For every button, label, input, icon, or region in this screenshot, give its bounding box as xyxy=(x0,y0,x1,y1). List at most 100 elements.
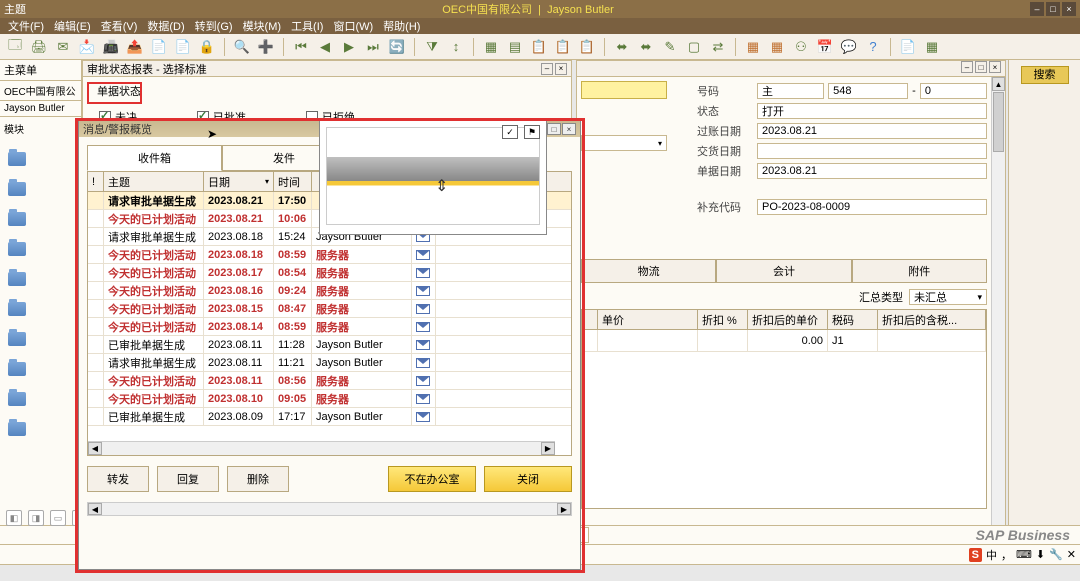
folder-1[interactable] xyxy=(4,144,77,174)
menu-window[interactable]: 窗口(W) xyxy=(329,18,377,34)
val-delivdate[interactable] xyxy=(757,143,987,159)
ime-text[interactable]: 中 xyxy=(986,547,997,563)
tray-icon[interactable]: ⬇ xyxy=(1036,548,1045,561)
search-field[interactable] xyxy=(581,81,667,99)
folder-10[interactable] xyxy=(4,414,77,444)
val-docdate[interactable]: 2023.08.21 xyxy=(757,163,987,179)
col-discpct[interactable]: 折扣 % xyxy=(698,310,748,329)
val-num-suffix[interactable]: 0 xyxy=(920,83,987,99)
menu-indicator[interactable]: 主题 xyxy=(4,1,26,17)
preview-flag-icon[interactable]: ⚑ xyxy=(524,125,540,139)
targetlink-icon[interactable]: ⬌ xyxy=(637,38,655,56)
tray-icon[interactable]: ✕ xyxy=(1067,548,1076,561)
maximize-button[interactable]: □ xyxy=(1046,2,1060,16)
search-button[interactable]: 搜索 xyxy=(1021,66,1069,84)
status-icon-3[interactable]: ▭ xyxy=(50,510,66,526)
scroll-thumb[interactable] xyxy=(993,92,1004,152)
pen-icon[interactable]: ✎ xyxy=(661,38,679,56)
msg-row[interactable]: 请求审批单据生成2023.08.1111:21Jayson Butler xyxy=(88,354,571,372)
btn-delete[interactable]: 删除 xyxy=(227,466,289,492)
cell-discprice[interactable]: 0.00 xyxy=(748,330,828,351)
sheet-icon[interactable]: 📄 xyxy=(899,38,917,56)
word-icon[interactable]: 📄 xyxy=(174,38,192,56)
rp-minimize[interactable]: – xyxy=(961,61,973,73)
val-number[interactable]: 548 xyxy=(828,83,908,99)
msg-outer-hscroll[interactable]: ◀ ▶ xyxy=(87,502,572,516)
menu-data[interactable]: 数据(D) xyxy=(143,18,188,34)
fax-icon[interactable]: 📠 xyxy=(102,38,120,56)
row-mail-icon[interactable] xyxy=(412,390,436,407)
msg-close[interactable]: × xyxy=(562,123,576,135)
msg-row[interactable]: 今天的已计划活动2023.08.1508:47服务器 xyxy=(88,300,571,318)
sms-icon[interactable]: 📩 xyxy=(78,38,96,56)
doc1-icon[interactable]: 📋 xyxy=(530,38,548,56)
btn-forward[interactable]: 转发 xyxy=(87,466,149,492)
tray-icon[interactable]: ， xyxy=(1001,547,1012,563)
excel-icon[interactable]: 📄 xyxy=(150,38,168,56)
scroll-right-icon[interactable]: ▶ xyxy=(541,442,555,455)
folder-5[interactable] xyxy=(4,264,77,294)
doc-minimize[interactable]: – xyxy=(541,63,553,75)
col-tax[interactable]: 税码 xyxy=(828,310,878,329)
prev-icon[interactable]: ◀ xyxy=(316,38,334,56)
menu-help[interactable]: 帮助(H) xyxy=(379,18,424,34)
lock-icon[interactable]: 🔒 xyxy=(198,38,216,56)
row-mail-icon[interactable] xyxy=(412,318,436,335)
rp-vscroll[interactable]: ▲ ▼ xyxy=(991,77,1005,545)
scroll-left-icon[interactable]: ◀ xyxy=(88,442,102,455)
msg-row[interactable]: 今天的已计划活动2023.08.1108:56服务器 xyxy=(88,372,571,390)
grid1-icon[interactable]: ▦ xyxy=(744,38,762,56)
tray-icon[interactable]: 🔧 xyxy=(1049,548,1063,561)
mail-icon[interactable]: ✉ xyxy=(54,38,72,56)
folder-9[interactable] xyxy=(4,384,77,414)
minimize-button[interactable]: – xyxy=(1030,2,1044,16)
tab-logistics[interactable]: 物流 xyxy=(581,259,716,282)
col-price[interactable]: 单价 xyxy=(598,310,698,329)
menu-goto[interactable]: 转到(G) xyxy=(191,18,237,34)
trans-icon[interactable]: ⇄ xyxy=(709,38,727,56)
print-icon[interactable]: 🖨 xyxy=(30,38,48,56)
col-date[interactable]: 日期▾ xyxy=(204,172,274,191)
menu-file[interactable]: 文件(F) xyxy=(4,18,48,34)
add-icon[interactable]: ➕ xyxy=(257,38,275,56)
menu-tools[interactable]: 工具(I) xyxy=(287,18,327,34)
row-mail-icon[interactable] xyxy=(412,372,436,389)
rp-close[interactable]: × xyxy=(989,61,1001,73)
layout-icon[interactable]: ▤ xyxy=(506,38,524,56)
baselink-icon[interactable]: ⬌ xyxy=(613,38,631,56)
grid2-icon[interactable]: ▦ xyxy=(768,38,786,56)
scroll-up-icon[interactable]: ▲ xyxy=(992,77,1005,91)
val-postdate[interactable]: 2023.08.21 xyxy=(757,123,987,139)
doc-close[interactable]: × xyxy=(555,63,567,75)
last-icon[interactable]: ⏭ xyxy=(364,38,382,56)
val-suppcode[interactable]: PO-2023-08-0009 xyxy=(757,199,987,215)
btn-reply[interactable]: 回复 xyxy=(157,466,219,492)
menu-view[interactable]: 查看(V) xyxy=(97,18,142,34)
msg-row[interactable]: 已审批单据生成2023.08.0917:17Jayson Butler xyxy=(88,408,571,426)
tab-accounting[interactable]: 会计 xyxy=(716,259,851,282)
msg-hscroll[interactable]: ◀ ▶ xyxy=(88,441,555,455)
table-icon[interactable]: ▦ xyxy=(923,38,941,56)
col-flag[interactable]: ! xyxy=(88,172,104,191)
next-icon[interactable]: ▶ xyxy=(340,38,358,56)
ime-icon[interactable]: S xyxy=(969,548,982,562)
btn-close-dialog[interactable]: 关闭 xyxy=(484,466,572,492)
row-mail-icon[interactable] xyxy=(412,300,436,317)
msg-row[interactable]: 今天的已计划活动2023.08.1609:24服务器 xyxy=(88,282,571,300)
folder-2[interactable] xyxy=(4,174,77,204)
row-mail-icon[interactable] xyxy=(412,354,436,371)
menu-edit[interactable]: 编辑(E) xyxy=(50,18,95,34)
msg-row[interactable]: 今天的已计划活动2023.08.1408:59服务器 xyxy=(88,318,571,336)
preview-check-icon[interactable]: ✓ xyxy=(502,125,518,139)
row-mail-icon[interactable] xyxy=(412,264,436,281)
scroll-right-icon[interactable]: ▶ xyxy=(557,503,571,515)
col-distax[interactable]: 折扣后的含税... xyxy=(878,310,986,329)
tab-inbox[interactable]: 收件箱 xyxy=(87,145,222,171)
box-icon[interactable]: ▢ xyxy=(685,38,703,56)
row-mail-icon[interactable] xyxy=(412,336,436,353)
message-icon[interactable]: 💬 xyxy=(840,38,858,56)
msg-row[interactable]: 今天的已计划活动2023.08.1009:05服务器 xyxy=(88,390,571,408)
scroll-track[interactable] xyxy=(102,503,557,515)
find-icon[interactable]: 🔍 xyxy=(233,38,251,56)
col-subject[interactable]: 主题 xyxy=(104,172,204,191)
